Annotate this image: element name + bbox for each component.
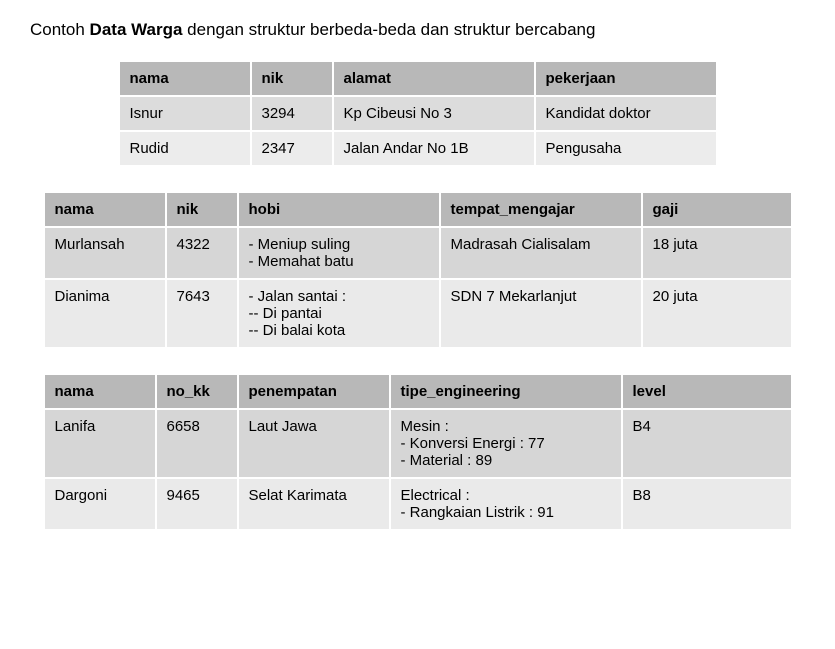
hobi-line: - Memahat batu: [249, 253, 429, 270]
cell-level: B8: [623, 479, 791, 529]
col-gaji: gaji: [643, 193, 791, 226]
cell-gaji: 18 juta: [643, 228, 791, 278]
table-row: Dianima 7643 - Jalan santai : -- Di pant…: [45, 280, 791, 347]
col-nama: nama: [120, 62, 250, 95]
hobi-line: - Meniup suling: [249, 236, 429, 253]
cell-alamat: Kp Cibeusi No 3: [334, 97, 534, 130]
col-nama: nama: [45, 375, 155, 408]
data-warga-table-3: nama no_kk penempatan tipe_engineering l…: [43, 373, 793, 531]
cell-nama: Murlansah: [45, 228, 165, 278]
col-nik: nik: [167, 193, 237, 226]
cell-tipe-engineering: Electrical : - Rangkaian Listrik : 91: [391, 479, 621, 529]
cell-level: B4: [623, 410, 791, 477]
cell-nik: 3294: [252, 97, 332, 130]
col-penempatan: penempatan: [239, 375, 389, 408]
col-pekerjaan: pekerjaan: [536, 62, 716, 95]
col-tempat-mengajar: tempat_mengajar: [441, 193, 641, 226]
table-row: Rudid 2347 Jalan Andar No 1B Pengusaha: [120, 132, 716, 165]
eng-line: - Material : 89: [401, 452, 611, 469]
table-row: Dargoni 9465 Selat Karimata Electrical :…: [45, 479, 791, 529]
cell-tempat-mengajar: SDN 7 Mekarlanjut: [441, 280, 641, 347]
table-row: Murlansah 4322 - Meniup suling - Memahat…: [45, 228, 791, 278]
cell-tipe-engineering: Mesin : - Konversi Energi : 77 - Materia…: [391, 410, 621, 477]
cell-nama: Lanifa: [45, 410, 155, 477]
cell-gaji: 20 juta: [643, 280, 791, 347]
data-warga-table-2: nama nik hobi tempat_mengajar gaji Murla…: [43, 191, 793, 349]
title-prefix: Contoh: [30, 20, 90, 39]
cell-hobi: - Meniup suling - Memahat batu: [239, 228, 439, 278]
table-row: Lanifa 6658 Laut Jawa Mesin : - Konversi…: [45, 410, 791, 477]
cell-nik: 7643: [167, 280, 237, 347]
page-title: Contoh Data Warga dengan struktur berbed…: [30, 20, 805, 40]
table-row: Isnur 3294 Kp Cibeusi No 3 Kandidat dokt…: [120, 97, 716, 130]
cell-pekerjaan: Pengusaha: [536, 132, 716, 165]
hobi-line: -- Di pantai: [249, 305, 429, 322]
cell-nama: Dargoni: [45, 479, 155, 529]
col-hobi: hobi: [239, 193, 439, 226]
cell-pekerjaan: Kandidat doktor: [536, 97, 716, 130]
col-no-kk: no_kk: [157, 375, 237, 408]
eng-line: - Rangkaian Listrik : 91: [401, 504, 611, 521]
hobi-line: -- Di balai kota: [249, 322, 429, 339]
cell-nik: 4322: [167, 228, 237, 278]
eng-line: Mesin :: [401, 418, 611, 435]
eng-line: Electrical :: [401, 487, 611, 504]
eng-line: - Konversi Energi : 77: [401, 435, 611, 452]
cell-no-kk: 9465: [157, 479, 237, 529]
cell-hobi: - Jalan santai : -- Di pantai -- Di bala…: [239, 280, 439, 347]
cell-nama: Rudid: [120, 132, 250, 165]
cell-nama: Isnur: [120, 97, 250, 130]
cell-alamat: Jalan Andar No 1B: [334, 132, 534, 165]
cell-penempatan: Selat Karimata: [239, 479, 389, 529]
hobi-line: - Jalan santai :: [249, 288, 429, 305]
title-bold: Data Warga: [90, 20, 183, 39]
data-warga-table-1: nama nik alamat pekerjaan Isnur 3294 Kp …: [118, 60, 718, 167]
cell-nik: 2347: [252, 132, 332, 165]
col-alamat: alamat: [334, 62, 534, 95]
col-nik: nik: [252, 62, 332, 95]
col-tipe-engineering: tipe_engineering: [391, 375, 621, 408]
cell-nama: Dianima: [45, 280, 165, 347]
col-level: level: [623, 375, 791, 408]
cell-no-kk: 6658: [157, 410, 237, 477]
col-nama: nama: [45, 193, 165, 226]
cell-penempatan: Laut Jawa: [239, 410, 389, 477]
cell-tempat-mengajar: Madrasah Cialisalam: [441, 228, 641, 278]
title-suffix: dengan struktur berbeda-beda dan struktu…: [182, 20, 595, 39]
